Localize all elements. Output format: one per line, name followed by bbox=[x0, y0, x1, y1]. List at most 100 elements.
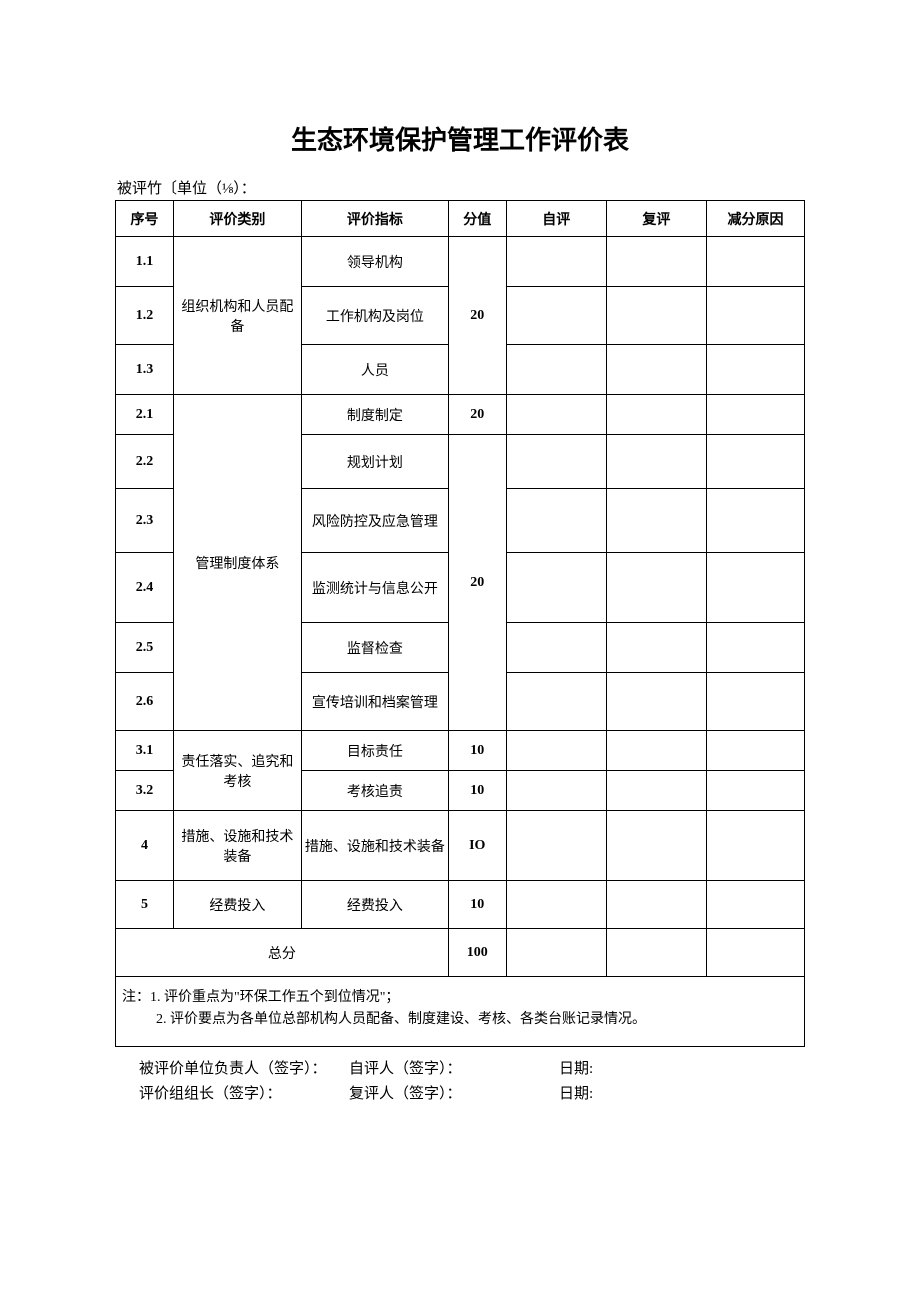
header-category: 评价类别 bbox=[173, 201, 301, 237]
cell-indicator: 宣传培训和档案管理 bbox=[301, 673, 448, 731]
cell-self bbox=[506, 673, 606, 731]
table-row: 2.1 管理制度体系 制度制定 20 bbox=[116, 395, 805, 435]
table-row: 5 经费投入 经费投入 10 bbox=[116, 881, 805, 929]
cell-indicator: 制度制定 bbox=[301, 395, 448, 435]
cell-category: 经费投入 bbox=[173, 881, 301, 929]
cell-indicator: 监测统计与信息公开 bbox=[301, 553, 448, 623]
table-row: 3.1 责任落实、追究和考核 目标责任 10 bbox=[116, 731, 805, 771]
cell-self bbox=[506, 237, 606, 287]
cell-category: 组织机构和人员配备 bbox=[173, 237, 301, 395]
total-score: 100 bbox=[448, 929, 506, 977]
cell-score: IO bbox=[448, 811, 506, 881]
cell-reason bbox=[707, 553, 805, 623]
cell-self bbox=[506, 811, 606, 881]
cell-review bbox=[606, 237, 706, 287]
cell-review bbox=[606, 489, 706, 553]
signature-row-2: 评价组组长（签字）： 复评人（签字）： 日期: bbox=[139, 1082, 805, 1108]
notes-block: 注：1. 评价重点为"环保工作五个到位情况"； 2. 评价要点为各单位总部机构人… bbox=[115, 977, 805, 1047]
cell-reason bbox=[707, 489, 805, 553]
cell-indicator: 监督检查 bbox=[301, 623, 448, 673]
header-review: 复评 bbox=[606, 201, 706, 237]
cell-seq: 3.1 bbox=[116, 731, 174, 771]
cell-seq: 2.1 bbox=[116, 395, 174, 435]
cell-review bbox=[606, 771, 706, 811]
table-total-row: 总分 100 bbox=[116, 929, 805, 977]
cell-category: 措施、设施和技术装备 bbox=[173, 811, 301, 881]
header-self: 自评 bbox=[506, 201, 606, 237]
cell-indicator: 工作机构及岗位 bbox=[301, 287, 448, 345]
cell-self bbox=[506, 435, 606, 489]
cell-seq: 1.2 bbox=[116, 287, 174, 345]
cell-reason bbox=[707, 771, 805, 811]
cell-review bbox=[606, 553, 706, 623]
cell-self bbox=[506, 287, 606, 345]
cell-review bbox=[606, 623, 706, 673]
cell-seq: 2.6 bbox=[116, 673, 174, 731]
sig-date-2: 日期: bbox=[559, 1082, 679, 1108]
evaluation-table: 序号 评价类别 评价指标 分值 自评 复评 减分原因 1.1 组织机构和人员配备… bbox=[115, 200, 805, 977]
cell-score: 10 bbox=[448, 731, 506, 771]
sig-reviewer: 复评人（签字）： bbox=[349, 1082, 559, 1108]
cell-seq: 2.4 bbox=[116, 553, 174, 623]
cell-seq: 4 bbox=[116, 811, 174, 881]
cell-indicator: 领导机构 bbox=[301, 237, 448, 287]
cell-score: 20 bbox=[448, 435, 506, 731]
cell-indicator: 风险防控及应急管理 bbox=[301, 489, 448, 553]
cell-self bbox=[506, 345, 606, 395]
cell-self bbox=[506, 731, 606, 771]
page-title: 生态环境保护管理工作评价表 bbox=[115, 120, 805, 157]
cell-seq: 3.2 bbox=[116, 771, 174, 811]
cell-score: 20 bbox=[448, 395, 506, 435]
cell-review bbox=[606, 881, 706, 929]
header-score: 分值 bbox=[448, 201, 506, 237]
cell-review bbox=[606, 731, 706, 771]
signatures-block: 被评价单位负责人（签字）： 自评人（签字）： 日期: 评价组组长（签字）： 复评… bbox=[115, 1057, 805, 1108]
cell-seq: 2.3 bbox=[116, 489, 174, 553]
cell-reason bbox=[707, 881, 805, 929]
cell-category: 管理制度体系 bbox=[173, 395, 301, 731]
cell-reason bbox=[707, 345, 805, 395]
cell-self bbox=[506, 929, 606, 977]
note-2: 2. 评价要点为各单位总部机构人员配备、制度建设、考核、各类台账记录情况。 bbox=[122, 1009, 798, 1031]
cell-seq: 1.3 bbox=[116, 345, 174, 395]
cell-review bbox=[606, 287, 706, 345]
cell-reason bbox=[707, 731, 805, 771]
total-label: 总分 bbox=[116, 929, 449, 977]
cell-reason bbox=[707, 811, 805, 881]
cell-self bbox=[506, 623, 606, 673]
signature-row-1: 被评价单位负责人（签字）： 自评人（签字）： 日期: bbox=[139, 1057, 805, 1083]
cell-review bbox=[606, 929, 706, 977]
cell-review bbox=[606, 435, 706, 489]
note-1: 注：1. 评价重点为"环保工作五个到位情况"； bbox=[122, 987, 798, 1009]
cell-reason bbox=[707, 395, 805, 435]
cell-category: 责任落实、追究和考核 bbox=[173, 731, 301, 811]
cell-seq: 2.5 bbox=[116, 623, 174, 673]
cell-seq: 5 bbox=[116, 881, 174, 929]
cell-score: 10 bbox=[448, 771, 506, 811]
cell-score: 10 bbox=[448, 881, 506, 929]
table-row: 1.1 组织机构和人员配备 领导机构 20 bbox=[116, 237, 805, 287]
cell-indicator: 措施、设施和技术装备 bbox=[301, 811, 448, 881]
cell-reason bbox=[707, 287, 805, 345]
header-reason: 减分原因 bbox=[707, 201, 805, 237]
sig-group-leader: 评价组组长（签字）： bbox=[139, 1082, 349, 1108]
cell-reason bbox=[707, 435, 805, 489]
table-header-row: 序号 评价类别 评价指标 分值 自评 复评 减分原因 bbox=[116, 201, 805, 237]
cell-self bbox=[506, 881, 606, 929]
header-indicator: 评价指标 bbox=[301, 201, 448, 237]
header-seq: 序号 bbox=[116, 201, 174, 237]
sig-unit-leader: 被评价单位负责人（签字）： bbox=[139, 1057, 349, 1083]
cell-indicator: 人员 bbox=[301, 345, 448, 395]
cell-review bbox=[606, 345, 706, 395]
cell-indicator: 目标责任 bbox=[301, 731, 448, 771]
cell-self bbox=[506, 395, 606, 435]
cell-review bbox=[606, 673, 706, 731]
cell-reason bbox=[707, 237, 805, 287]
sig-self-evaluator: 自评人（签字）： bbox=[349, 1057, 559, 1083]
cell-reason bbox=[707, 623, 805, 673]
table-row: 4 措施、设施和技术装备 措施、设施和技术装备 IO bbox=[116, 811, 805, 881]
cell-indicator: 规划计划 bbox=[301, 435, 448, 489]
cell-indicator: 考核追责 bbox=[301, 771, 448, 811]
cell-score: 20 bbox=[448, 237, 506, 395]
cell-review bbox=[606, 811, 706, 881]
